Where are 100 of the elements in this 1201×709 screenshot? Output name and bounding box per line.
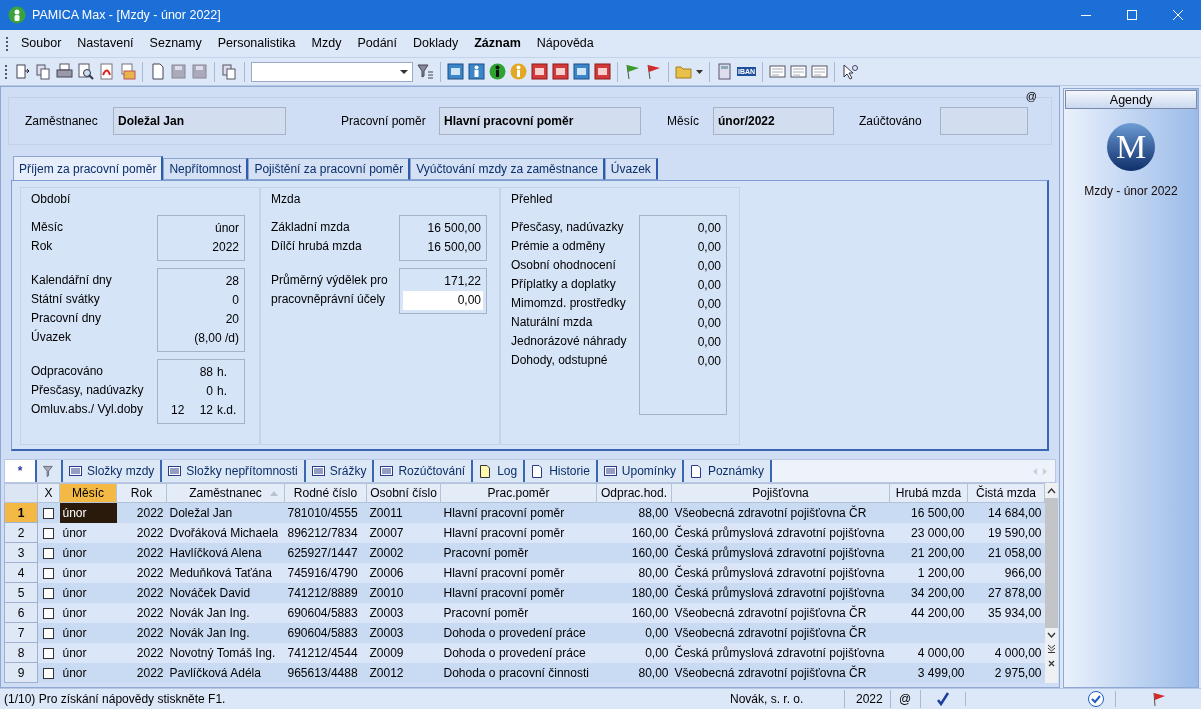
copy-icon[interactable] bbox=[35, 63, 52, 80]
panel-header-button[interactable]: Agendy bbox=[1065, 90, 1197, 109]
checkbox[interactable] bbox=[43, 667, 55, 679]
checkbox[interactable] bbox=[43, 587, 55, 599]
checkbox[interactable] bbox=[43, 508, 55, 520]
tab[interactable]: Poznámky bbox=[683, 460, 772, 482]
checkbox[interactable] bbox=[43, 627, 55, 639]
column-header[interactable]: Osobní číslo bbox=[366, 483, 441, 503]
tab[interactable]: Úvazek bbox=[604, 158, 658, 180]
menu-item[interactable]: Nastavení bbox=[69, 34, 142, 53]
module-icon[interactable] bbox=[594, 63, 611, 80]
column-header[interactable]: Rodné číslo bbox=[284, 483, 367, 503]
tab[interactable]: * bbox=[5, 460, 37, 482]
tab[interactable]: Příjem za pracovní poměr bbox=[13, 156, 164, 180]
note-icon[interactable] bbox=[811, 63, 829, 80]
unit-label: h. bbox=[216, 383, 228, 400]
flag-icon[interactable] bbox=[645, 63, 662, 80]
close-icon[interactable] bbox=[1047, 659, 1056, 668]
field-label: Naturální mzda bbox=[511, 314, 594, 331]
unit-label: h. bbox=[216, 364, 228, 381]
field-label: Osobní ohodnocení bbox=[511, 257, 617, 274]
copy-icon[interactable] bbox=[221, 63, 238, 80]
column-header[interactable]: Měsíc bbox=[59, 483, 117, 503]
checkbox[interactable] bbox=[43, 567, 55, 579]
exit-door-icon[interactable] bbox=[14, 63, 31, 80]
field-label: Příplatky a doplatky bbox=[511, 276, 617, 293]
checkbox[interactable] bbox=[43, 527, 55, 539]
menu-item[interactable]: Mzdy bbox=[303, 34, 350, 53]
value-text: 12 bbox=[199, 402, 213, 419]
column-header[interactable]: Čistá mzda bbox=[967, 483, 1045, 503]
field-label: Základní mzda bbox=[271, 219, 351, 236]
column-header[interactable]: Zaměstnanec bbox=[166, 483, 285, 503]
print-preview-icon[interactable] bbox=[77, 63, 94, 80]
flag-icon[interactable] bbox=[624, 63, 641, 80]
filter-tab[interactable] bbox=[37, 460, 63, 482]
tab[interactable]: Historie bbox=[525, 460, 598, 482]
tab[interactable]: Složky mzdy bbox=[63, 460, 163, 482]
row-number[interactable]: 9 bbox=[4, 662, 38, 683]
status-message: (1/10) Pro získání nápovědy stiskněte F1. bbox=[3, 691, 227, 708]
column-header[interactable]: Hrubá mzda bbox=[889, 483, 968, 503]
scroll-bottom-icon[interactable] bbox=[1047, 644, 1056, 653]
row-number[interactable]: 3 bbox=[4, 542, 38, 563]
tab[interactable]: Log bbox=[473, 460, 526, 482]
grip-icon bbox=[4, 63, 8, 80]
tab[interactable]: Rozúčtování bbox=[374, 460, 474, 482]
input-field[interactable]: 0,00 bbox=[403, 291, 483, 310]
tab[interactable]: Pojištění za pracovní poměr bbox=[248, 158, 411, 180]
menu-item[interactable]: Personalistika bbox=[209, 34, 304, 53]
row-number[interactable]: 8 bbox=[4, 642, 38, 663]
printer-icon[interactable] bbox=[56, 63, 73, 80]
menu-item[interactable]: Podání bbox=[349, 34, 406, 53]
checkbox[interactable] bbox=[43, 607, 55, 619]
field-label: Pracovní poměr bbox=[341, 113, 427, 130]
list-icon bbox=[69, 464, 82, 478]
caret-icon[interactable] bbox=[696, 69, 703, 74]
help-pointer-icon[interactable] bbox=[841, 63, 859, 80]
field-label: Pracovní dny bbox=[31, 310, 103, 327]
module-icon[interactable] bbox=[573, 63, 590, 80]
column-header[interactable]: Prac.poměr bbox=[440, 483, 597, 503]
column-header[interactable]: Rok bbox=[116, 483, 167, 503]
module-caption: Mzdy - únor 2022 bbox=[1084, 183, 1178, 200]
filter-icon[interactable] bbox=[417, 63, 434, 80]
new-page-icon[interactable] bbox=[149, 63, 166, 80]
check-icon bbox=[936, 692, 950, 706]
module-icon[interactable] bbox=[447, 63, 464, 80]
tab[interactable]: Složky nepřítomnosti bbox=[162, 460, 306, 482]
module-icon[interactable] bbox=[531, 63, 548, 80]
note-icon[interactable] bbox=[790, 63, 808, 80]
column-header[interactable]: Odprac.hod. bbox=[596, 483, 672, 503]
unit-label: k.d. bbox=[216, 402, 238, 419]
tab[interactable]: Nepřítomnost bbox=[163, 158, 249, 180]
module-icon[interactable] bbox=[552, 63, 569, 80]
scrollbar[interactable] bbox=[1045, 483, 1058, 683]
row-number[interactable]: 7 bbox=[4, 622, 38, 643]
scroll-right-icon bbox=[1043, 467, 1047, 475]
checkbox[interactable] bbox=[43, 547, 55, 559]
row-number[interactable]: 6 bbox=[4, 602, 38, 623]
tab[interactable]: Upomínky bbox=[597, 460, 684, 482]
menu-item[interactable]: Soubor bbox=[13, 34, 70, 53]
menu-item[interactable]: Seznamy bbox=[141, 34, 210, 53]
row-number[interactable]: 2 bbox=[4, 522, 38, 543]
column-header[interactable]: Pojišťovna bbox=[671, 483, 890, 503]
menu-item[interactable]: Záznam bbox=[466, 34, 529, 53]
scroll-up-icon[interactable] bbox=[1047, 488, 1056, 494]
mail-icon[interactable] bbox=[119, 63, 136, 80]
tab[interactable]: Vyúčtování mzdy za zaměstnance bbox=[410, 158, 605, 180]
pdf-icon[interactable] bbox=[98, 63, 115, 80]
menu-item[interactable]: Doklady bbox=[405, 34, 467, 53]
field-value: únor/2022 bbox=[713, 107, 834, 135]
menu-item[interactable]: Nápověda bbox=[528, 34, 602, 53]
note-icon[interactable] bbox=[769, 63, 787, 80]
tab[interactable]: Srážky bbox=[305, 460, 375, 482]
scroll-down-icon[interactable] bbox=[1047, 632, 1056, 638]
checkbox[interactable] bbox=[43, 647, 55, 659]
row-number[interactable]: 1 bbox=[4, 502, 38, 523]
row-number[interactable]: 5 bbox=[4, 582, 38, 603]
app-logo-icon bbox=[8, 6, 26, 24]
row-number[interactable]: 4 bbox=[4, 562, 38, 583]
module-logo[interactable]: M bbox=[1107, 123, 1155, 171]
column-header[interactable]: X bbox=[37, 483, 60, 503]
